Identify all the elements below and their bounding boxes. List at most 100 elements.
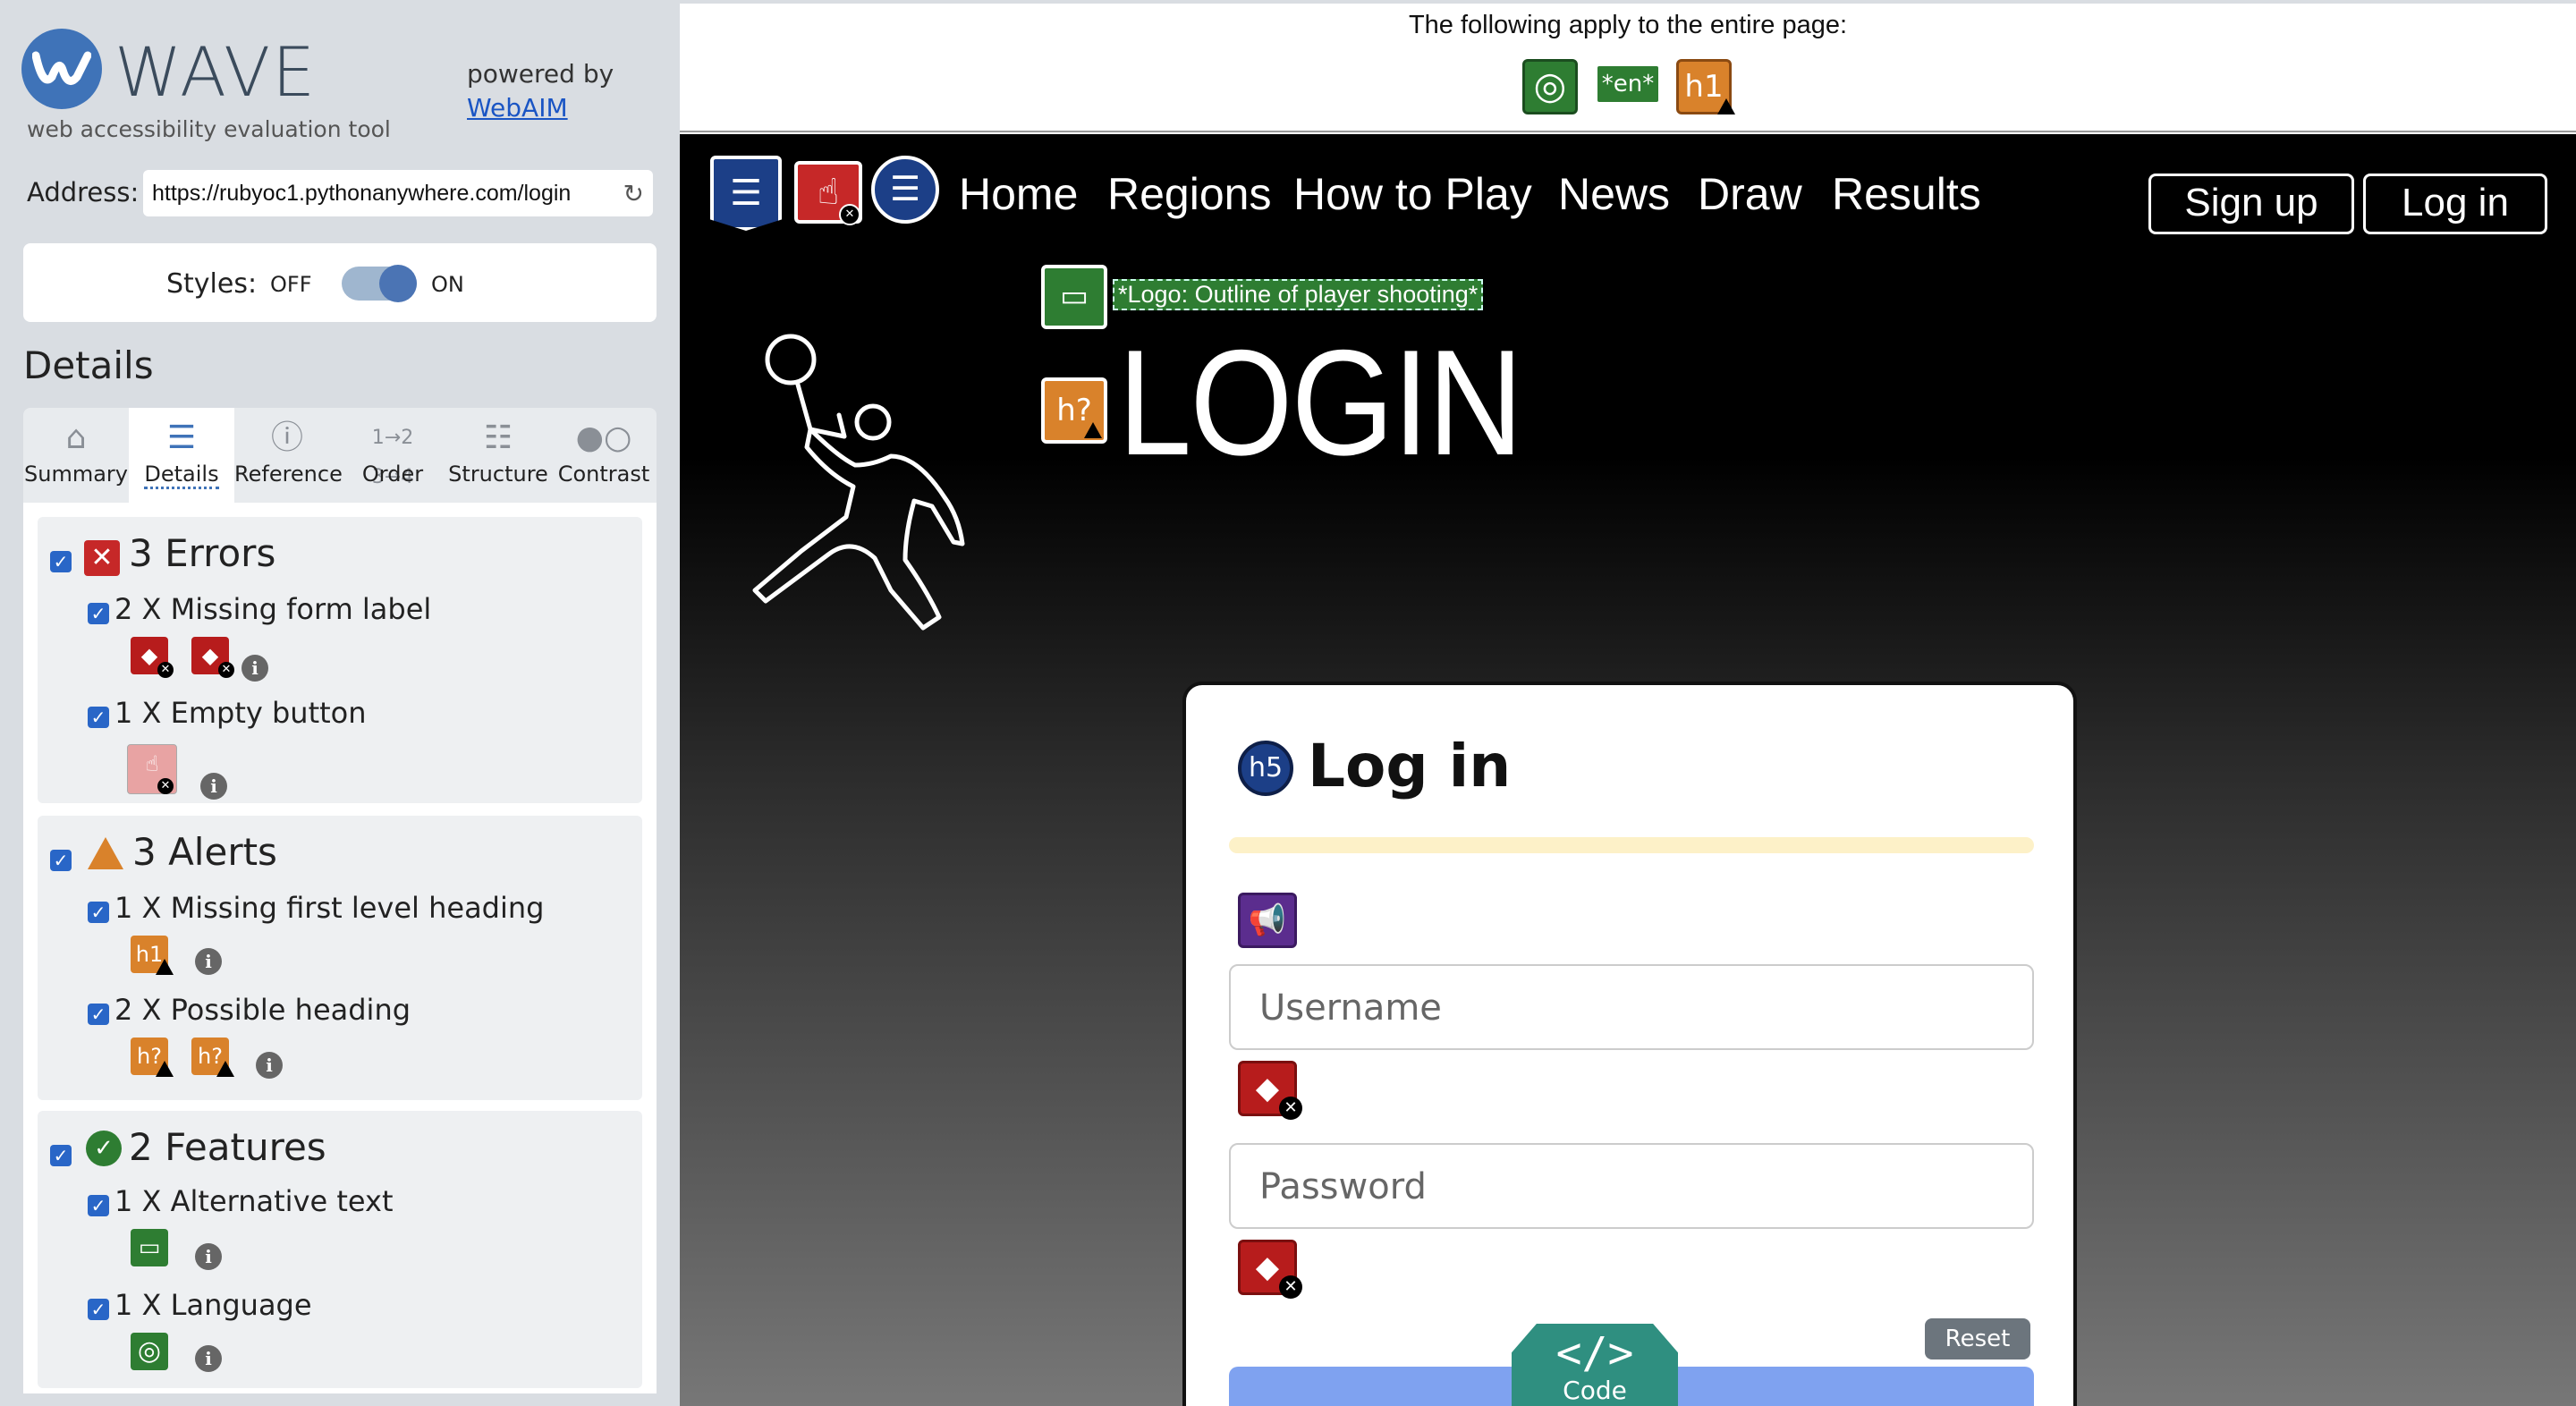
tab-details[interactable]: ☰ Details [129, 408, 234, 503]
close-icon: ✕ [1279, 1097, 1302, 1120]
errors-title: 3 Errors [129, 531, 276, 575]
wave-sidebar: WAVE web accessibility evaluation tool p… [0, 0, 680, 1406]
possible-heading-checkbox[interactable]: ✓ [88, 1004, 109, 1025]
page-summary-message: The following apply to the entire page: [1408, 11, 1848, 39]
password-input[interactable]: Password [1229, 1143, 2034, 1229]
address-value: https://rubyoc1.pythonanywhere.com/login [152, 181, 572, 206]
details-heading: Details [23, 343, 154, 387]
login-card: h5 Log in 📢 Username ◆ ✕ Password ◆ ✕ Re… [1182, 682, 2077, 1406]
language-checkbox[interactable]: ✓ [88, 1299, 109, 1320]
username-input[interactable]: Username [1229, 964, 2034, 1050]
error-icon: ✕ [84, 540, 120, 576]
warning-icon [1084, 422, 1102, 438]
alerts-title: 3 Alerts [132, 830, 277, 874]
tab-order-label: Order [361, 462, 424, 487]
code-label: Code [1563, 1376, 1627, 1405]
code-toggle-tab[interactable]: </> Code [1512, 1324, 1678, 1406]
close-icon: ✕ [218, 662, 234, 678]
wave-logo-icon [21, 29, 102, 109]
webaim-link[interactable]: WebAIM [467, 93, 568, 123]
reload-icon[interactable]: ↻ [623, 179, 644, 208]
details-panel: ✓ ✕ 3 Errors ✓ 2 X Missing form label ◆ … [23, 503, 657, 1393]
order-icon: 1→2 3→4 [371, 427, 414, 488]
globe-icon[interactable]: ◎ [131, 1333, 168, 1370]
h5-heading-icon[interactable]: h5 [1238, 741, 1293, 796]
styles-label: Styles: [166, 268, 258, 300]
features-checkbox[interactable]: ✓ [50, 1145, 72, 1166]
empty-button-item: 1 X Empty button [114, 696, 367, 730]
close-icon: ✕ [1279, 1275, 1302, 1299]
styles-toggle[interactable] [342, 265, 417, 302]
empty-button-checkbox[interactable]: ✓ [88, 707, 109, 728]
nav-results[interactable]: Results [1832, 168, 1981, 220]
features-group: ✓ ✓ 2 Features ✓ 1 X Alternative text ▭ … [38, 1111, 642, 1388]
signup-button[interactable]: Sign up [2148, 174, 2354, 234]
address-input[interactable]: https://rubyoc1.pythonanywhere.com/login… [143, 170, 653, 216]
tab-structure[interactable]: ☷ Structure [445, 408, 551, 503]
nav-regions[interactable]: Regions [1107, 168, 1271, 220]
tab-contrast[interactable]: ●○ Contrast [551, 408, 657, 503]
tab-reference[interactable]: ⓘ Reference [234, 408, 343, 503]
features-title: 2 Features [129, 1125, 326, 1169]
warning-icon [156, 959, 174, 975]
tab-summary-label: Summary [24, 462, 128, 487]
logo-alt-text: *Logo: Outline of player shooting* [1113, 279, 1484, 310]
css-structure-icon[interactable]: ☰ [710, 156, 782, 231]
alerts-checkbox[interactable]: ✓ [50, 850, 72, 871]
login-button[interactable]: Log in [2363, 174, 2547, 234]
alt-text-checkbox[interactable]: ✓ [88, 1195, 109, 1216]
wave-subtitle: web accessibility evaluation tool [27, 116, 391, 142]
missing-h1-checkbox[interactable]: ✓ [88, 902, 109, 923]
nav-news[interactable]: News [1558, 168, 1670, 220]
nav-draw[interactable]: Draw [1698, 168, 1802, 220]
details-tabs: ⌂ Summary ☰ Details ⓘ Reference 1→2 3→4 O… [23, 408, 657, 503]
tab-order[interactable]: 1→2 3→4 Order [340, 408, 445, 503]
tab-reference-label: Reference [234, 462, 343, 487]
info-icon[interactable]: i [195, 1243, 222, 1270]
address-label: Address: [27, 177, 140, 208]
styles-on-label: ON [431, 272, 464, 297]
info-icon[interactable]: i [242, 655, 268, 682]
aria-alert-icon[interactable]: 📢 [1238, 893, 1297, 948]
image-alt-icon[interactable]: ▭ [1041, 265, 1107, 329]
errors-group: ✓ ✕ 3 Errors ✓ 2 X Missing form label ◆ … [38, 517, 642, 803]
nav-how-to-play[interactable]: How to Play [1293, 168, 1532, 220]
info-icon[interactable]: i [195, 1345, 222, 1372]
toggle-knob [379, 265, 417, 302]
language-badge[interactable]: *en* [1597, 66, 1658, 102]
wave-title: WAVE [114, 32, 318, 112]
site-page: ☰ ☝ ✕ ☰ Home Regions How to Play News Dr… [680, 134, 2576, 1406]
warning-icon [156, 1061, 174, 1077]
language-item: 1 X Language [114, 1288, 312, 1322]
close-icon: ✕ [157, 778, 174, 794]
warning-icon [1717, 98, 1735, 114]
tab-summary[interactable]: ⌂ Summary [23, 408, 129, 503]
wave-header: WAVE web accessibility evaluation tool p… [21, 29, 665, 154]
missing-label-item: 2 X Missing form label [114, 592, 432, 626]
alt-text-item: 1 X Alternative text [114, 1184, 394, 1218]
check-circle-icon: ✓ [86, 1131, 122, 1166]
alert-icon [88, 837, 123, 869]
code-icon: </> [1555, 1328, 1634, 1378]
missing-label-checkbox[interactable]: ✓ [88, 603, 109, 624]
warning-icon [216, 1061, 234, 1077]
info-icon: ⓘ [270, 419, 303, 456]
structure-icon: ☷ [483, 419, 513, 456]
alerts-group: ✓ 3 Alerts ✓ 1 X Missing first level hea… [38, 816, 642, 1100]
unordered-list-icon[interactable]: ☰ [871, 156, 939, 224]
list-icon: ☰ [166, 419, 197, 456]
missing-h1-item: 1 X Missing first level heading [114, 891, 545, 925]
info-icon[interactable]: i [195, 948, 222, 975]
home-icon: ⌂ [65, 419, 87, 456]
close-icon: ✕ [839, 204, 860, 225]
styles-off-label: OFF [270, 272, 312, 297]
reset-button[interactable]: Reset [1925, 1318, 2030, 1359]
errors-checkbox[interactable]: ✓ [50, 551, 72, 572]
info-icon[interactable]: i [256, 1052, 283, 1079]
image-alt-icon[interactable]: ▭ [131, 1229, 168, 1266]
nav-home[interactable]: Home [959, 168, 1078, 220]
styles-toggle-box: Styles: OFF ON [23, 243, 657, 322]
globe-icon[interactable]: ◎ [1522, 59, 1578, 114]
alert-bar [1229, 837, 2034, 853]
info-icon[interactable]: i [200, 773, 227, 800]
